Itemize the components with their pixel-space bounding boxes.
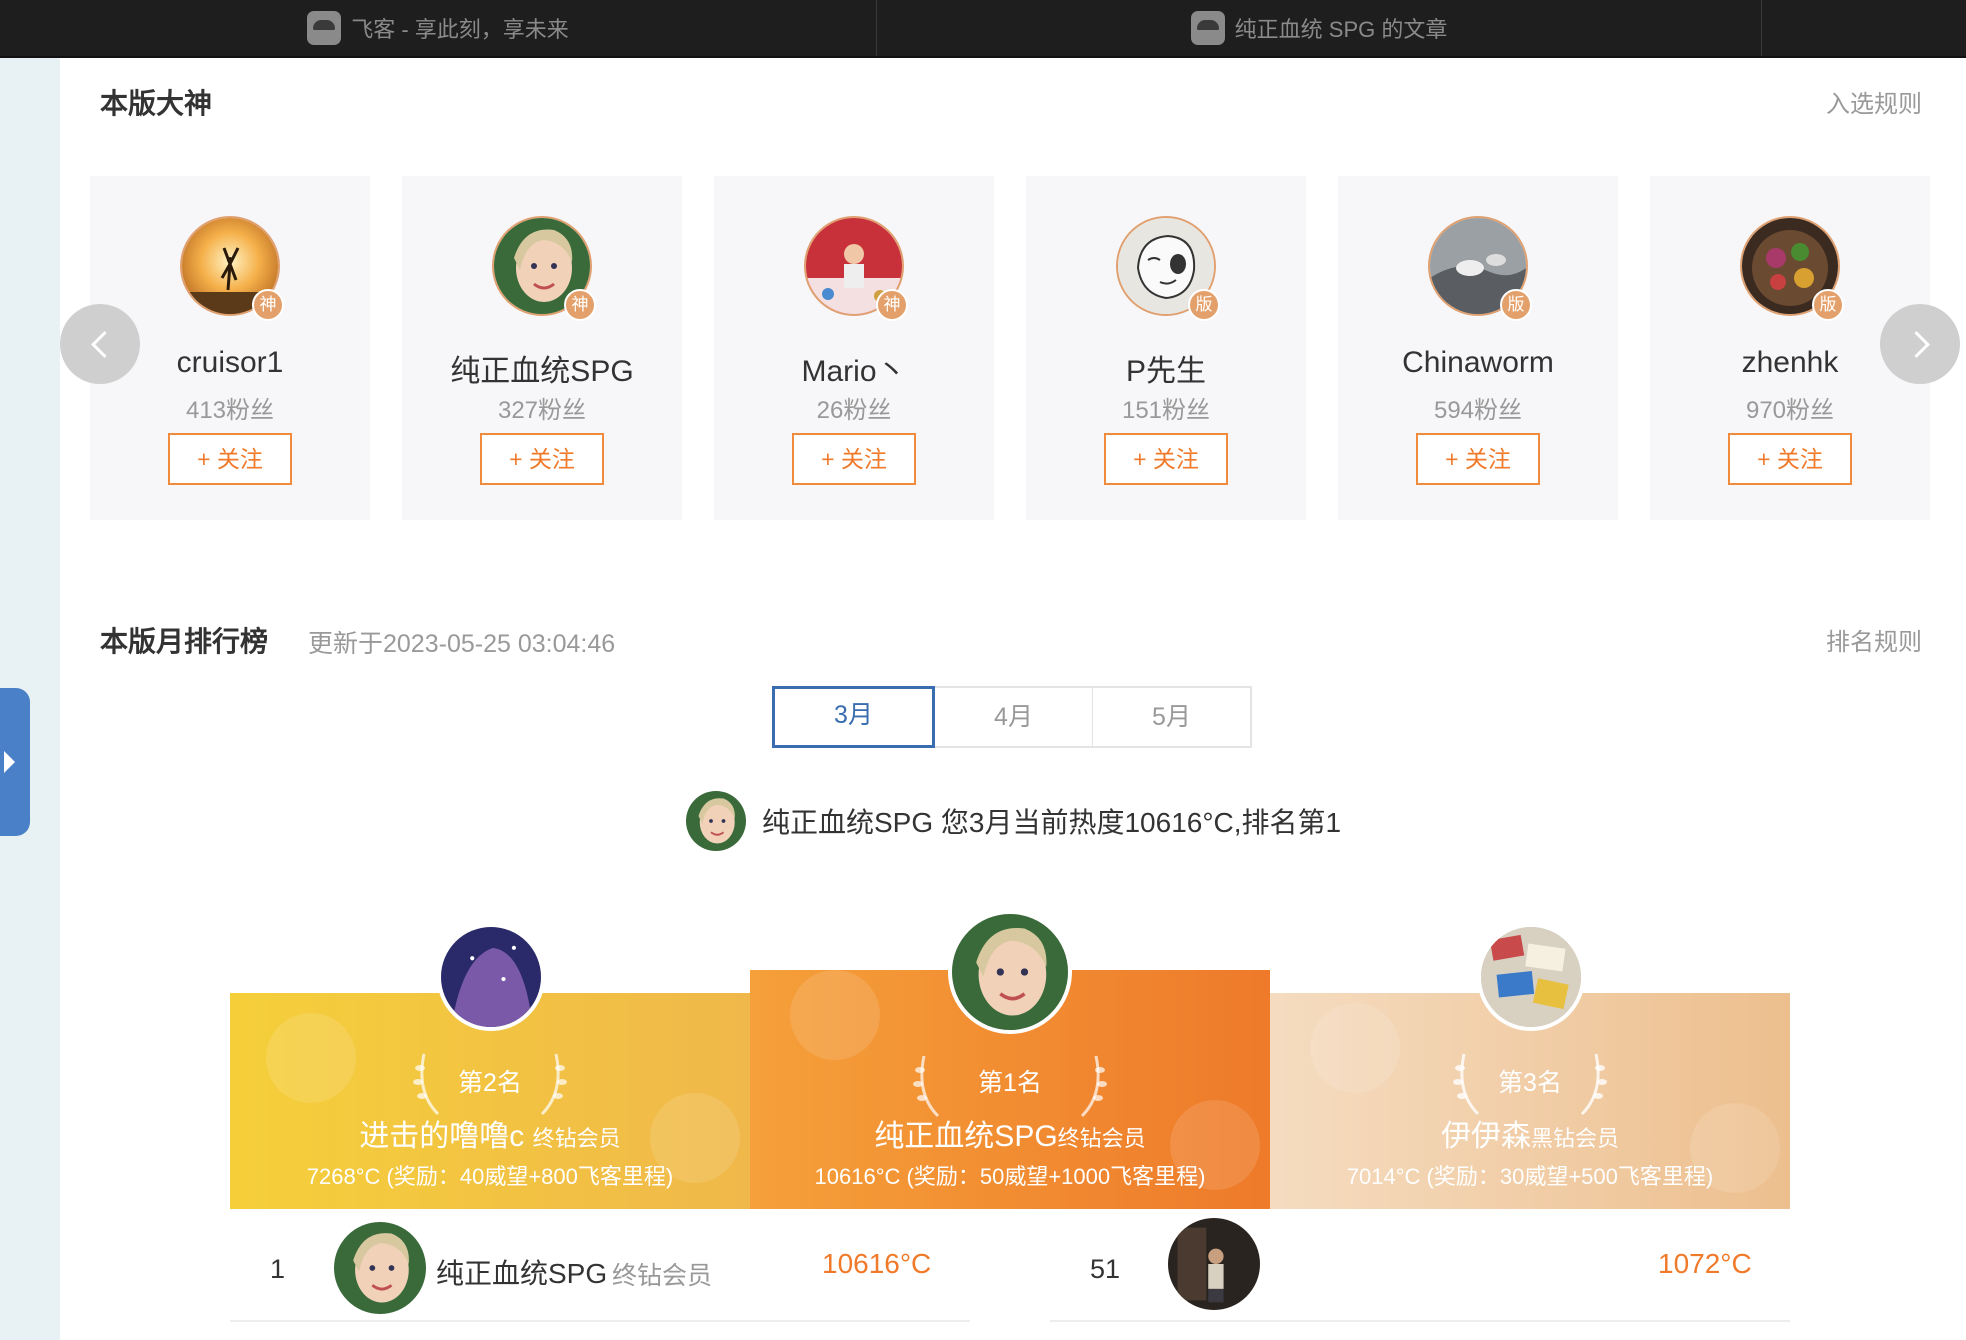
god-name[interactable]: 纯正血统SPG	[402, 346, 682, 390]
follow-button[interactable]: + 关注	[480, 433, 604, 485]
tab-april[interactable]: 4月	[935, 688, 1093, 746]
gods-title: 本版大神	[100, 88, 213, 119]
carousel-next-button[interactable]	[1880, 304, 1960, 384]
follow-button[interactable]: + 关注	[792, 433, 916, 485]
avatar[interactable]	[1168, 1218, 1260, 1310]
plane-watermark	[790, 970, 880, 1060]
god-card: 神 Mario丶 26粉丝 + 关注	[714, 176, 994, 520]
rank-label: 第2名	[458, 1069, 522, 1097]
ranking-updated-time: 更新于2023-05-25 03:04:46	[308, 630, 616, 658]
mod-badge: 版	[1500, 289, 1532, 321]
tab-spg-articles[interactable]: 纯正血统 SPG 的文章	[877, 0, 1762, 56]
my-rank-status: 纯正血统SPG 您3月当前热度10616°C,排名第1	[686, 790, 1341, 852]
reward-text: (奖励：40威望+800飞客里程)	[386, 1164, 674, 1189]
heat-value: 7014°C	[1346, 1164, 1421, 1189]
mod-badge: 版	[1188, 289, 1220, 321]
table-row[interactable]: 1 纯正血统SPG 终钻会员 10616°C	[230, 1218, 970, 1322]
row-divider	[230, 1320, 970, 1322]
follow-button[interactable]: + 关注	[1728, 433, 1852, 485]
god-fans: 26粉丝	[816, 397, 892, 424]
ranking-rules-link[interactable]: 排名规则	[1826, 622, 1922, 657]
follow-button[interactable]: + 关注	[168, 433, 292, 485]
podium-info: 7014°C (奖励：30威望+500飞客里程)	[1270, 1159, 1790, 1191]
rank-label: 第1名	[978, 1069, 1042, 1097]
god-fans: 413粉丝	[185, 397, 275, 424]
god-name[interactable]: Chinaworm	[1338, 346, 1618, 380]
table-row[interactable]: 51 1072°C	[1050, 1218, 1790, 1322]
podium-first: 第1名 纯正血统SPG终钻会员 10616°C (奖励：50威望+1000飞客里…	[750, 910, 1270, 1209]
god-fans: 327粉丝	[497, 397, 587, 424]
month-tabs: 3月 4月 5月	[772, 686, 1252, 748]
reward-text: (奖励：50威望+1000飞客里程)	[906, 1164, 1206, 1189]
my-rank-text: 纯正血统SPG 您3月当前热度10616°C,排名第1	[762, 807, 1342, 838]
podium-name[interactable]: 纯正血统SPG终钻会员	[750, 1111, 1270, 1155]
podium-third: 第3名 伊伊森黑钻会员 7014°C (奖励：30威望+500飞客里程)	[1270, 923, 1790, 1209]
user-name: 进击的噜噜c	[359, 1120, 525, 1153]
god-fans: 151粉丝	[1121, 397, 1211, 424]
god-badge: 神	[876, 289, 908, 321]
avatar[interactable]	[1477, 923, 1585, 1031]
podium-name[interactable]: 进击的噜噜c 终钻会员	[230, 1111, 750, 1155]
reward-text: (奖励：30威望+500飞客里程)	[1426, 1164, 1714, 1189]
god-card: 神 纯正血统SPG 327粉丝 + 关注	[402, 176, 682, 520]
mod-badge: 版	[1812, 289, 1844, 321]
member-level: 终钻会员	[1057, 1126, 1146, 1151]
side-panel-toggle[interactable]	[0, 688, 30, 836]
heat-value: 7268°C	[306, 1164, 381, 1189]
god-name[interactable]: P先生	[1026, 346, 1306, 390]
user-name: 纯正血统SPG	[874, 1120, 1058, 1153]
ranking-title: 本版月排行榜	[100, 626, 269, 657]
tab-march[interactable]: 3月	[772, 686, 935, 748]
god-card: 版 Chinaworm 594粉丝 + 关注	[1338, 176, 1618, 520]
avatar	[686, 791, 746, 851]
god-card: 版 P先生 151粉丝 + 关注	[1026, 176, 1306, 520]
expand-arrow-icon	[3, 751, 15, 773]
podium-name[interactable]: 伊伊森黑钻会员	[1270, 1111, 1790, 1155]
god-badge: 神	[564, 289, 596, 321]
row-rank: 1	[270, 1254, 286, 1284]
chevron-left-icon	[90, 330, 118, 358]
tab-feike-home[interactable]: 飞客 - 享此刻，享未来	[0, 0, 877, 56]
tab-may[interactable]: 5月	[1093, 688, 1250, 746]
carousel-prev-button[interactable]	[60, 304, 140, 384]
chevron-right-icon	[1902, 330, 1930, 358]
avatar[interactable]	[334, 1222, 426, 1314]
avatar[interactable]	[437, 923, 545, 1031]
row-divider	[1050, 1320, 1790, 1322]
god-name[interactable]: Mario丶	[714, 346, 994, 390]
row-heat: 1072°C	[1658, 1248, 1752, 1279]
member-level: 黑钻会员	[1530, 1126, 1619, 1151]
member-level: 终钻会员	[532, 1126, 621, 1151]
podium-info: 10616°C (奖励：50威望+1000飞客里程)	[750, 1159, 1270, 1191]
main-panel: 本版大神 入选规则 神 cruisor1 413粉丝 + 关注 神 纯正血统SP…	[60, 58, 1966, 1340]
god-badge: 神	[252, 289, 284, 321]
row-rank: 51	[1090, 1254, 1121, 1284]
app-icon	[1190, 11, 1225, 45]
follow-button[interactable]: + 关注	[1104, 433, 1228, 485]
tab-label: 纯正血统 SPG 的文章	[1234, 17, 1448, 42]
god-fans: 594粉丝	[1433, 397, 1523, 424]
god-fans: 970粉丝	[1745, 397, 1835, 424]
tab-label: 飞客 - 享此刻，享未来	[351, 17, 569, 42]
podium-info: 7268°C (奖励：40威望+800飞客里程)	[230, 1159, 750, 1191]
follow-button[interactable]: + 关注	[1416, 433, 1540, 485]
avatar[interactable]	[948, 910, 1072, 1034]
podium-second: 第2名 进击的噜噜c 终钻会员 7268°C (奖励：40威望+800飞客里程)	[230, 923, 750, 1209]
row-member-level: 终钻会员	[612, 1262, 713, 1290]
rank-label: 第3名	[1498, 1069, 1562, 1097]
row-user-name[interactable]: 纯正血统SPG	[436, 1252, 607, 1292]
user-name: 伊伊森	[1440, 1120, 1531, 1153]
browser-tab-bar: 飞客 - 享此刻，享未来 纯正血统 SPG 的文章	[0, 0, 1966, 58]
row-heat: 10616°C	[822, 1248, 932, 1279]
heat-value: 10616°C	[814, 1164, 901, 1189]
gods-rules-link[interactable]: 入选规则	[1826, 84, 1922, 119]
app-icon	[307, 11, 342, 45]
